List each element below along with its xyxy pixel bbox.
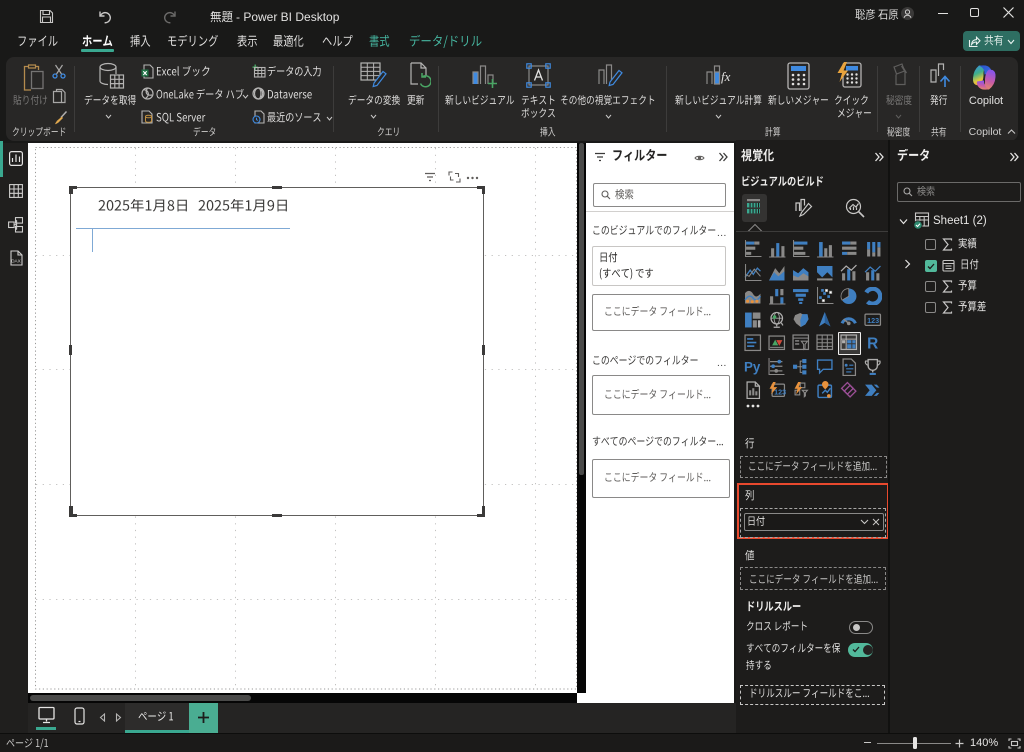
svg-text:fx: fx — [721, 69, 731, 84]
svg-text:123: 123 — [774, 387, 786, 396]
svg-text:DAX: DAX — [11, 259, 20, 264]
svg-text:123: 123 — [867, 315, 879, 324]
svg-text:R: R — [867, 335, 878, 352]
svg-text:Py: Py — [744, 359, 761, 374]
